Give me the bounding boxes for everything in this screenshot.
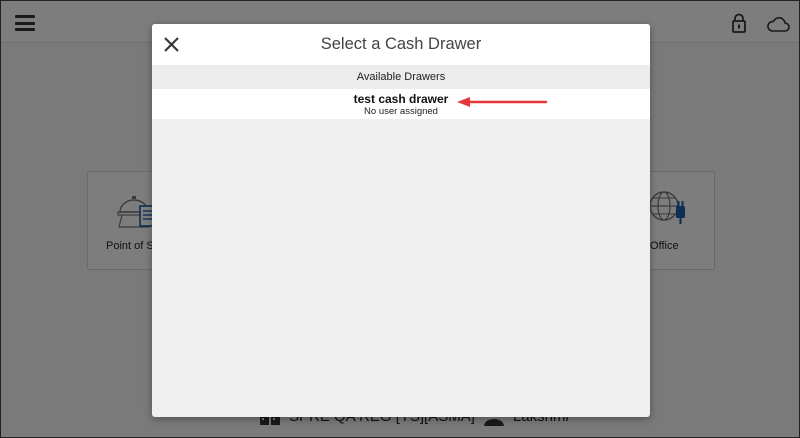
app-screen: Point of S ck Office SPRE QA REG [YS][AS…: [0, 0, 800, 438]
annotation-arrow-icon: [457, 97, 548, 107]
drawer-status: No user assigned: [364, 106, 438, 117]
select-cash-drawer-dialog: Select a Cash Drawer Available Drawers t…: [152, 24, 650, 417]
dialog-header: Select a Cash Drawer: [152, 24, 650, 65]
drawer-name: test cash drawer: [353, 92, 449, 106]
drawer-list-item[interactable]: test cash drawer No user assigned: [152, 89, 650, 119]
dialog-title: Select a Cash Drawer: [320, 35, 482, 53]
available-drawers-header: Available Drawers: [152, 65, 650, 89]
